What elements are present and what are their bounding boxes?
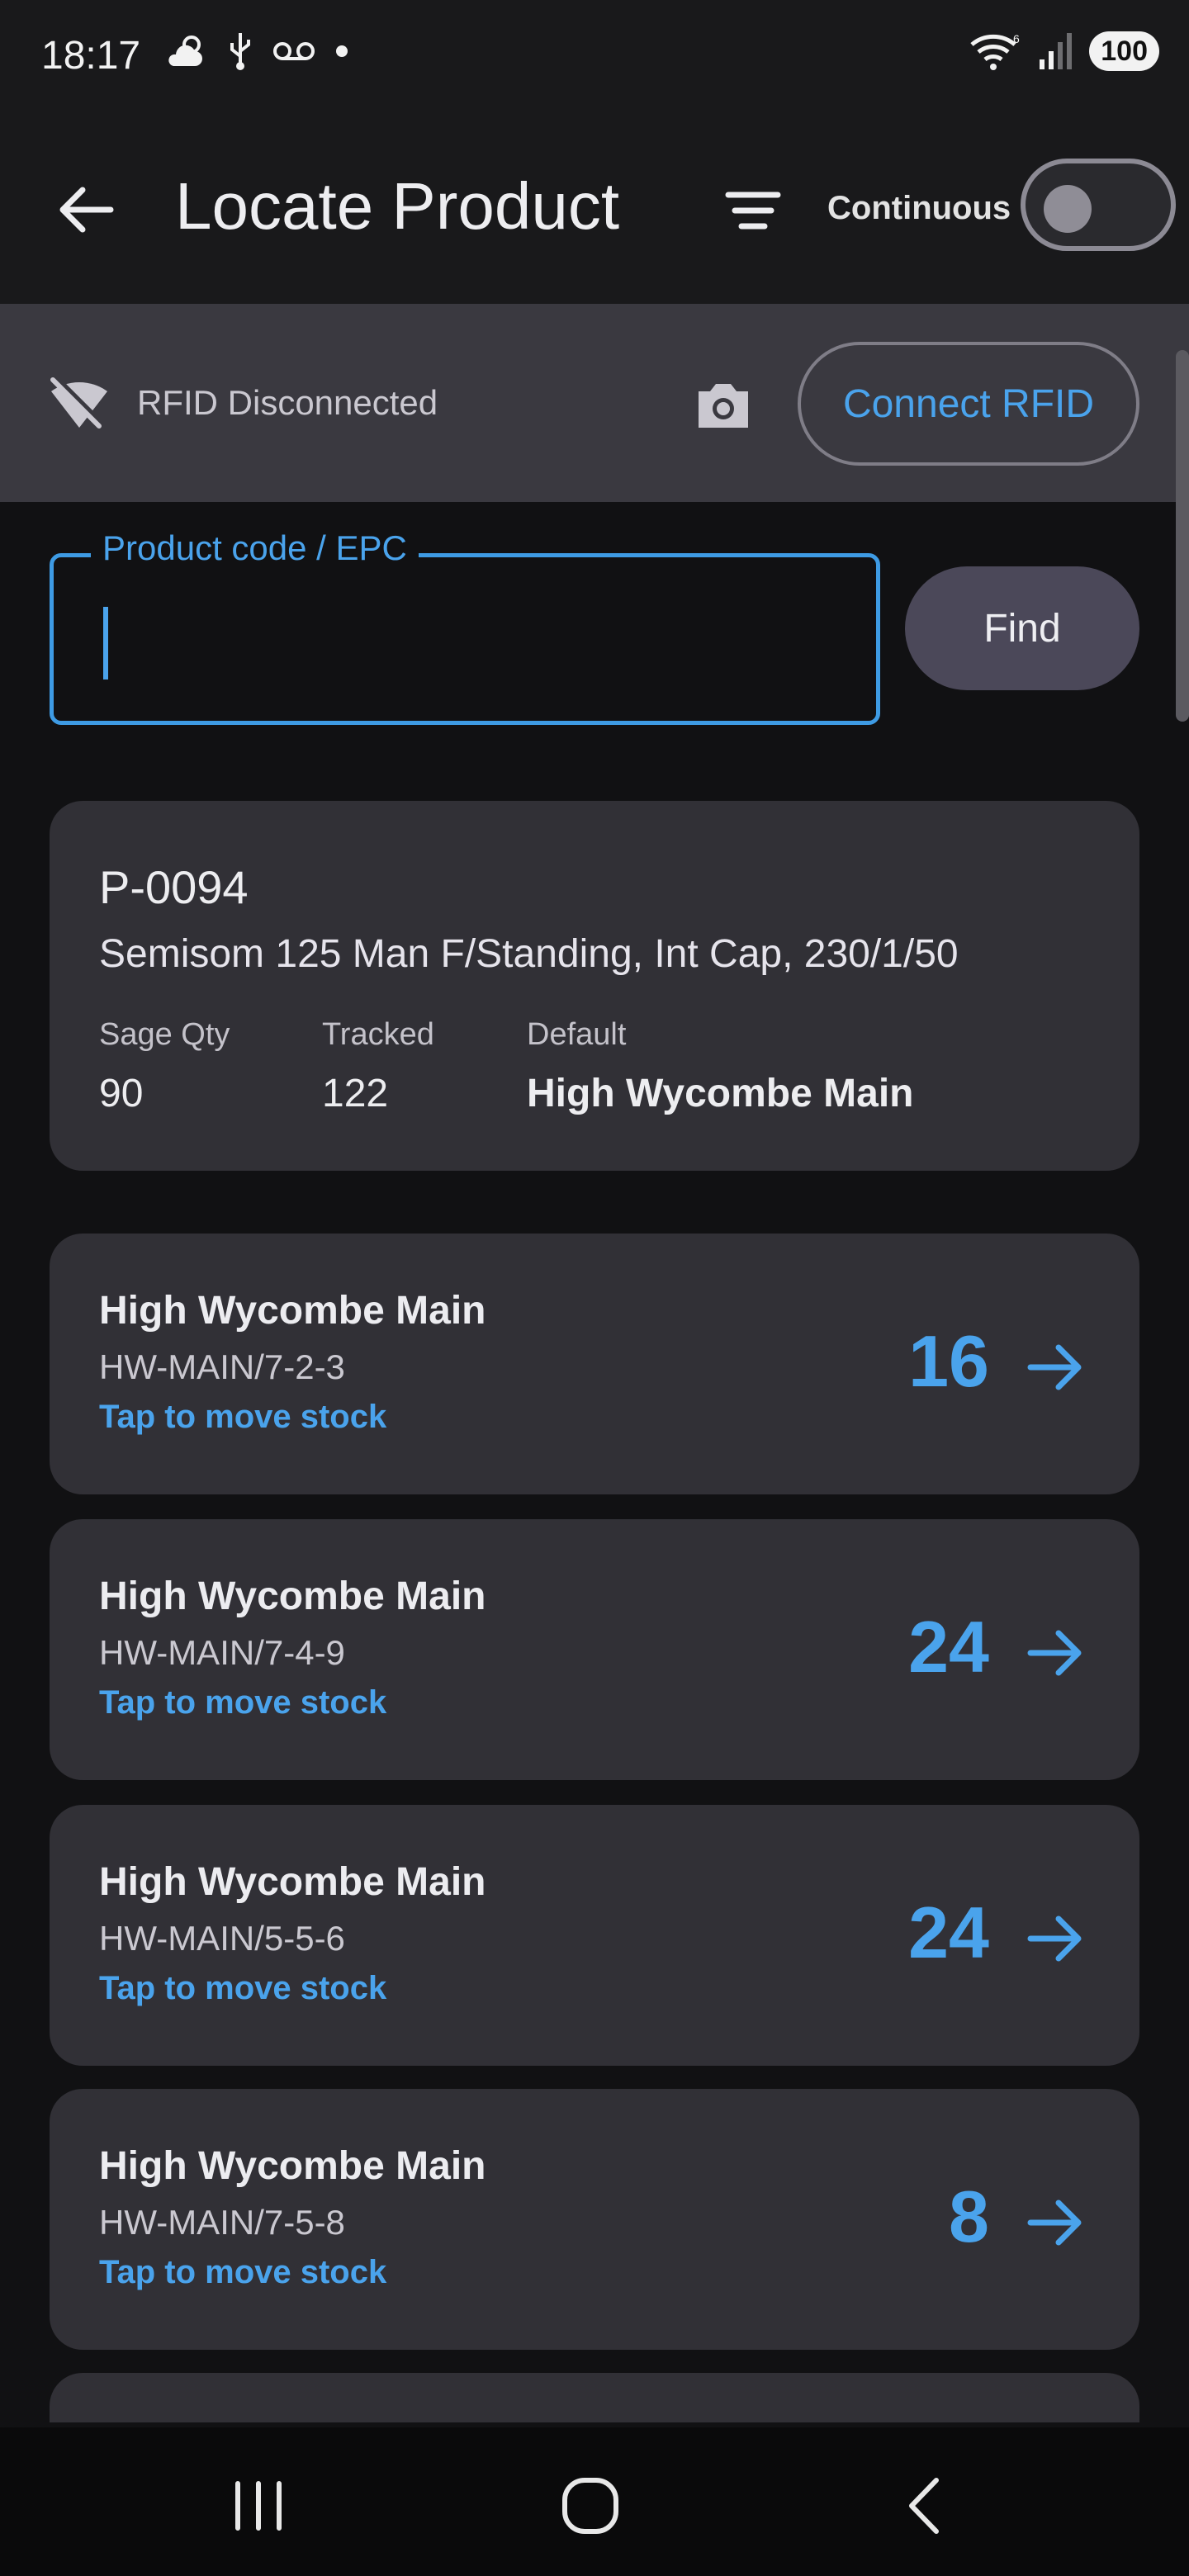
nav-back-icon[interactable]: [887, 2469, 961, 2543]
move-stock-hint: Tap to move stock: [99, 1684, 387, 1721]
sage-qty-stat: Sage Qty 90: [99, 1017, 230, 1116]
location-name: High Wycombe Main: [99, 1860, 486, 1904]
location-name: High Wycombe Main: [99, 1289, 486, 1333]
product-description: Semisom 125 Man F/Standing, Int Cap, 230…: [99, 932, 959, 976]
connect-rfid-button[interactable]: Connect RFID: [798, 342, 1139, 466]
sage-qty-value: 90: [99, 1072, 144, 1115]
tracked-label: Tracked: [322, 1017, 434, 1052]
status-icons-left: [165, 31, 350, 71]
status-icons-right: 6 100: [969, 31, 1159, 71]
location-code: HW-MAIN/7-4-9: [99, 1633, 345, 1672]
camera-icon[interactable]: [692, 373, 755, 436]
arrow-right-icon: [1027, 1630, 1082, 1676]
tracked-stat: Tracked 122: [322, 1017, 434, 1116]
system-nav-bar: [0, 2427, 1189, 2576]
location-card[interactable]: High Wycombe Main HW-MAIN/5-5-6 Tap to m…: [50, 1805, 1139, 2066]
tracked-value: 122: [322, 1072, 389, 1115]
location-card[interactable]: High Wycombe Main HW-MAIN/7-4-9 Tap to m…: [50, 1519, 1139, 1780]
app-bar: Locate Product Continuous: [0, 116, 1189, 304]
scrollbar[interactable]: [1176, 350, 1189, 722]
location-card[interactable]: High Wycombe Main HW-MAIN/7-2-3 Tap to m…: [50, 1234, 1139, 1494]
product-code-field[interactable]: [50, 553, 880, 725]
recent-apps-icon[interactable]: [221, 2469, 296, 2543]
product-summary-card: P-0094 Semisom 125 Man F/Standing, Int C…: [50, 801, 1139, 1171]
find-button[interactable]: Find: [905, 566, 1139, 690]
toggle-knob: [1044, 185, 1092, 233]
status-bar: 18:17 6 100: [0, 0, 1189, 116]
wifi-6-icon: 6: [970, 32, 1020, 70]
weather-cloud-sun-icon: [168, 36, 202, 66]
location-card[interactable]: High Wycombe Main HW-MAIN/7-5-8 Tap to m…: [50, 2089, 1139, 2350]
text-caret: [103, 607, 108, 680]
home-icon[interactable]: [553, 2469, 628, 2543]
location-code: HW-MAIN/5-5-6: [99, 1919, 345, 1958]
location-quantity: 8: [949, 2176, 989, 2257]
move-stock-hint: Tap to move stock: [99, 2254, 387, 2290]
svg-text:6: 6: [1013, 32, 1020, 45]
location-quantity: 16: [908, 1320, 989, 1402]
move-stock-hint: Tap to move stock: [99, 1399, 387, 1435]
arrow-right-icon: [1027, 2200, 1082, 2246]
rfid-status-text: RFID Disconnected: [137, 383, 438, 422]
continuous-label: Continuous: [827, 190, 1011, 226]
voicemail-icon: [273, 42, 315, 60]
product-code: P-0094: [99, 861, 249, 913]
sage-qty-label: Sage Qty: [99, 1017, 230, 1052]
default-location-stat: Default High Wycombe Main: [527, 1017, 914, 1116]
continuous-toggle[interactable]: [1021, 159, 1176, 251]
default-value: High Wycombe Main: [527, 1072, 914, 1115]
location-quantity: 24: [908, 1606, 989, 1688]
battery-indicator: 100: [1089, 31, 1159, 71]
status-time: 18:17: [41, 34, 141, 78]
sort-icon[interactable]: [723, 182, 783, 239]
signal-icon: [1040, 33, 1073, 69]
arrow-right-icon: [1027, 1344, 1082, 1390]
arrow-right-icon: [1027, 1915, 1082, 1962]
page-title: Locate Product: [175, 169, 620, 243]
product-code-input[interactable]: [113, 590, 856, 689]
rfid-off-icon: [50, 376, 107, 429]
product-code-label: Product code / EPC: [91, 528, 419, 568]
move-stock-hint: Tap to move stock: [99, 1970, 387, 2006]
location-name: High Wycombe Main: [99, 1574, 486, 1618]
location-name: High Wycombe Main: [99, 2144, 486, 2188]
location-code: HW-MAIN/7-2-3: [99, 1347, 345, 1386]
usb-icon: [230, 33, 250, 70]
dot-icon: [336, 45, 348, 57]
default-label: Default: [527, 1017, 627, 1052]
location-card-partial[interactable]: [50, 2373, 1139, 2422]
location-code: HW-MAIN/7-5-8: [99, 2203, 345, 2242]
back-arrow-icon[interactable]: [53, 177, 119, 243]
rfid-status-bar: RFID Disconnected Connect RFID: [0, 304, 1189, 502]
location-quantity: 24: [908, 1892, 989, 1973]
